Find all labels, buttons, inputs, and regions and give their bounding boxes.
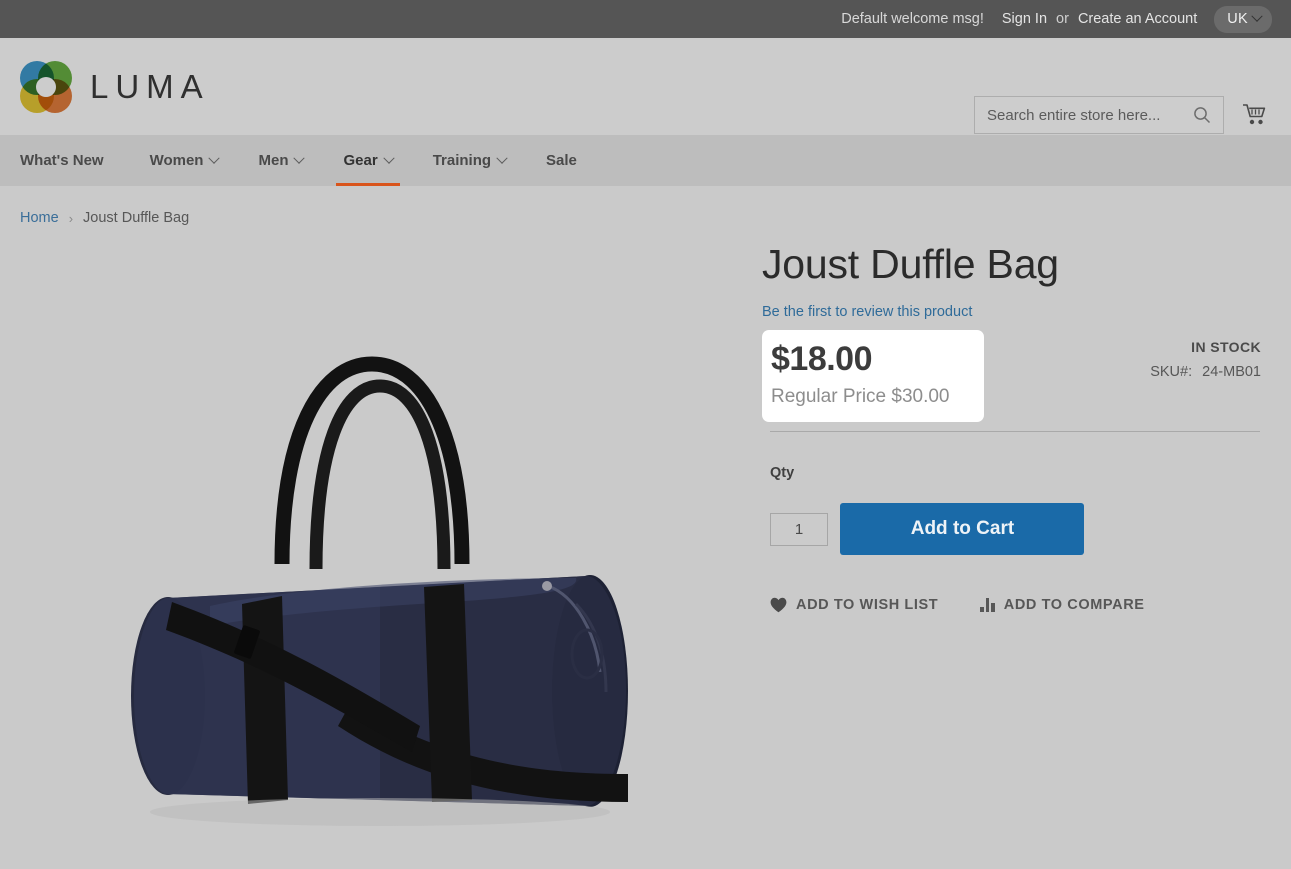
shopping-cart-icon [1243, 104, 1266, 125]
chevron-down-icon [1251, 10, 1263, 22]
qty-label: Qty [770, 464, 795, 481]
main-navigation: What's New Women Men Gear Training Sale [0, 135, 1291, 186]
sku-label: SKU#: [1150, 363, 1193, 380]
breadcrumb-separator-icon: › [68, 210, 74, 226]
sign-in-link[interactable]: Sign In [1002, 11, 1047, 27]
product-info: Joust Duffle Bag Be the first to review … [740, 234, 1291, 854]
compare-label: ADD TO COMPARE [1003, 596, 1145, 613]
sku-line: SKU#: 24-MB01 [1150, 364, 1261, 380]
language-label: UK [1227, 10, 1248, 27]
nav-item-gear[interactable]: Gear [323, 135, 412, 186]
top-panel: Default welcome msg! Sign In or Create a… [0, 0, 1291, 38]
logo-text: LUMA [90, 67, 210, 105]
heart-icon [770, 597, 787, 612]
breadcrumb-current: Joust Duffle Bag [83, 210, 190, 226]
breadcrumb-home-link[interactable]: Home [20, 210, 59, 226]
status-badge: IN STOCK [1191, 338, 1261, 355]
chevron-down-icon [496, 152, 508, 164]
nav-label: Sale [546, 152, 577, 169]
product-image[interactable] [20, 234, 720, 854]
search-input[interactable] [987, 106, 1191, 124]
price-stock-row: $18.00 Regular Price $30.00 IN STOCK SKU… [762, 329, 1291, 422]
product-page-main: Joust Duffle Bag Be the first to review … [0, 226, 1291, 854]
language-switcher[interactable]: UK [1214, 5, 1272, 33]
product-social-links: ADD TO WISH LIST ADD TO COMPARE [770, 597, 1291, 613]
breadcrumb: Home › Joust Duffle Bag [0, 186, 1291, 226]
page-title: Joust Duffle Bag [762, 241, 1059, 287]
logo-link[interactable]: LUMA [20, 60, 210, 113]
nav-label: What's New [20, 152, 104, 169]
cart-button[interactable] [1238, 99, 1272, 131]
nav-label: Training [432, 152, 492, 169]
add-to-wishlist-link[interactable]: ADD TO WISH LIST [770, 597, 938, 613]
nav-label: Women [149, 152, 204, 169]
luma-logo-icon [20, 60, 72, 113]
nav-label: Gear [343, 152, 378, 169]
nav-item-whats-new[interactable]: What's New [20, 135, 130, 186]
regular-price: Regular Price $30.00 [771, 385, 950, 407]
wishlist-label: ADD TO WISH LIST [796, 596, 939, 613]
nav-item-men[interactable]: Men [238, 135, 323, 186]
search-icon [1194, 107, 1211, 124]
stock-block: IN STOCK SKU#: 24-MB01 [1150, 330, 1291, 380]
site-header: LUMA [0, 38, 1291, 135]
add-to-compare-link[interactable]: ADD TO COMPARE [980, 597, 1144, 613]
chevron-down-icon [208, 152, 221, 164]
header-actions [974, 96, 1272, 134]
chevron-down-icon [293, 152, 306, 164]
product-gallery[interactable] [0, 234, 740, 854]
product-price: $18.00 [771, 339, 872, 378]
chevron-down-icon [383, 152, 395, 164]
search-box[interactable] [974, 96, 1224, 134]
nav-item-sale[interactable]: Sale [526, 135, 597, 186]
nav-item-women[interactable]: Women [130, 135, 239, 186]
price-box: $18.00 Regular Price $30.00 [762, 329, 984, 422]
or-separator: or [1056, 11, 1069, 27]
quantity-stepper[interactable] [770, 512, 828, 546]
search-button[interactable] [1191, 106, 1213, 124]
nav-label: Men [258, 152, 289, 169]
sku-value: 24-MB01 [1202, 363, 1261, 380]
divider [770, 430, 1260, 432]
compare-bars-icon [980, 597, 995, 613]
create-account-link[interactable]: Create an Account [1078, 11, 1197, 27]
add-to-cart-button[interactable]: Add to Cart [840, 502, 1085, 555]
nav-item-training[interactable]: Training [413, 135, 526, 186]
review-link[interactable]: Be the first to review this product [762, 304, 972, 320]
welcome-message: Default welcome msg! [841, 11, 984, 27]
